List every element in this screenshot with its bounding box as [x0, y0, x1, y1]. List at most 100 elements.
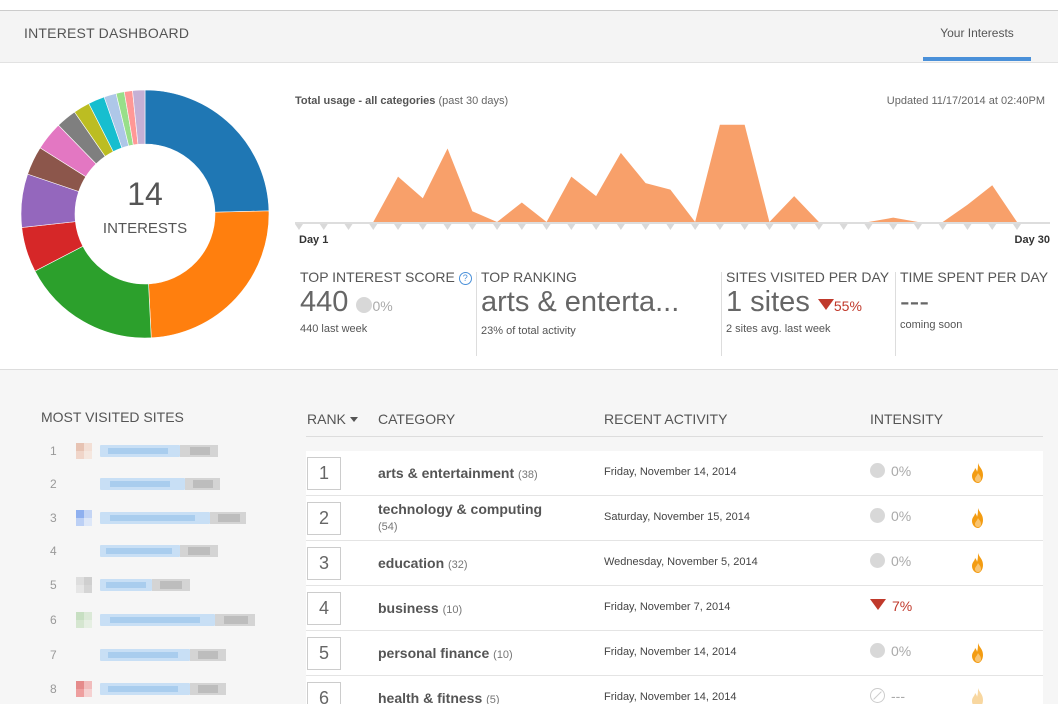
stat-sub: 440 last week [300, 323, 368, 335]
table-row[interactable]: 4 business (10) Friday, November 7, 2014… [306, 586, 1043, 631]
day-tick [542, 224, 551, 230]
day-tick [517, 224, 526, 230]
table-row[interactable]: 3 education (32) Wednesday, November 5, … [306, 541, 1043, 586]
page-title: INTEREST DASHBOARD [24, 25, 190, 41]
day-tick [814, 224, 823, 230]
category-name: health & fitness [378, 690, 483, 704]
no-data-icon [870, 688, 885, 703]
category-name: personal finance [378, 645, 490, 661]
category-name: arts & entertainment [378, 465, 515, 481]
rank-badge: 5 [307, 637, 341, 670]
th-category: CATEGORY [378, 411, 456, 427]
rank-badge: 1 [307, 457, 341, 490]
day-tick [988, 224, 997, 230]
table-row[interactable]: 1 arts & entertainment (38) Friday, Nove… [306, 451, 1043, 496]
interest-count: 14 [127, 176, 163, 212]
site-favicon [76, 612, 92, 628]
day-tick [790, 224, 799, 230]
stat-sub: 23% of total activity [481, 325, 576, 337]
stat-change: 55% [833, 298, 862, 314]
recent-activity-date: Friday, November 14, 2014 [604, 691, 737, 703]
neutral-dot-icon [356, 297, 373, 313]
category-name: technology & computing [378, 501, 543, 517]
th-rank[interactable]: RANK [307, 411, 358, 427]
intensity-value: 0% [891, 553, 912, 569]
divider [721, 272, 722, 356]
category-cell[interactable]: health & fitness (5) [378, 690, 578, 704]
category-cell[interactable]: education (32) [378, 555, 578, 573]
day-tick [864, 224, 873, 230]
site-rank: 1 [50, 444, 57, 458]
day-tick [1013, 224, 1021, 230]
stat-time-spent: TIME SPENT PER DAY --- coming soon [900, 269, 1048, 331]
intensity-value: 0% [891, 463, 912, 479]
category-cell[interactable]: business (10) [378, 600, 578, 618]
recent-activity-date: Friday, November 14, 2014 [604, 646, 737, 658]
day-tick [963, 224, 972, 230]
stat-value: 1 sites [726, 286, 810, 318]
day-tick [913, 224, 922, 230]
intensity-value: --- [891, 688, 905, 704]
rank-badge: 6 [307, 682, 341, 704]
neutral-dot-icon [870, 553, 885, 568]
stat-sites-visited: SITES VISITED PER DAY 1 sites 55% 2 site… [726, 269, 889, 335]
site-rank: 3 [50, 511, 57, 525]
intensity-cell: 7% [870, 598, 912, 616]
neutral-dot-icon [870, 508, 885, 523]
category-count: (5) [486, 694, 500, 704]
day-tick [443, 224, 452, 230]
tab-your-interests[interactable]: Your Interests [923, 11, 1031, 61]
flame-icon [972, 643, 983, 663]
stat-value: arts & enterta... [481, 286, 680, 318]
category-cell[interactable]: arts & entertainment (38) [378, 465, 578, 483]
day-tick [839, 224, 848, 230]
neutral-dot-icon [870, 463, 885, 478]
th-intensity: INTENSITY [870, 411, 944, 427]
stat-top-ranking: TOP RANKING arts & enterta... 23% of tot… [481, 269, 679, 337]
day-tick [344, 224, 353, 230]
site-favicon [76, 577, 92, 593]
x-axis-end-label: Day 30 [1014, 234, 1050, 246]
category-cell[interactable]: technology & computing (54) [378, 501, 578, 535]
intensity-cell: 0% [870, 643, 911, 661]
stat-label: TOP INTEREST SCORE [300, 269, 455, 285]
rank-badge: 4 [307, 592, 341, 625]
category-cell[interactable]: personal finance (10) [378, 645, 578, 663]
rank-badge: 3 [307, 547, 341, 580]
day-tick [765, 224, 774, 230]
stat-value: --- [900, 286, 929, 318]
intensity-cell: --- [870, 688, 905, 704]
stat-change: 0% [372, 298, 393, 314]
flame-icon [972, 463, 983, 483]
day-tick [592, 224, 601, 230]
sort-caret-icon [349, 417, 358, 422]
dashboard-header: INTEREST DASHBOARD Your Interests [0, 11, 1058, 63]
day-tick [666, 224, 675, 230]
category-name: education [378, 555, 445, 571]
recent-activity-date: Saturday, November 15, 2014 [604, 511, 750, 523]
flame-icon [972, 553, 983, 573]
stat-top-interest-score: TOP INTEREST SCORE ? 440 0% 440 last wee… [300, 269, 472, 335]
table-row[interactable]: 2 technology & computing (54) Saturday, N… [306, 496, 1043, 541]
category-name: business [378, 600, 439, 616]
usage-title-bold: Total usage - all categories [295, 95, 436, 107]
category-count: (32) [448, 559, 468, 571]
stat-label: TIME SPENT PER DAY [900, 269, 1049, 285]
table-row[interactable]: 6 health & fitness (5) Friday, November … [306, 676, 1043, 704]
decrease-arrow-icon [817, 299, 834, 310]
interest-count-label: INTERESTS [102, 220, 188, 237]
th-recent-activity: RECENT ACTIVITY [604, 411, 728, 427]
table-row[interactable]: 5 personal finance (10) Friday, November… [306, 631, 1043, 676]
category-count: (10) [442, 604, 463, 616]
flame-icon [972, 688, 983, 704]
stat-label: SITES VISITED PER DAY [726, 269, 890, 285]
site-favicon [76, 510, 92, 526]
category-count: (38) [518, 469, 538, 481]
x-axis-start-label: Day 1 [299, 234, 329, 246]
help-icon[interactable]: ? [458, 272, 472, 285]
site-rank: 4 [50, 544, 57, 558]
day-tick [418, 224, 427, 230]
day-tick [319, 224, 328, 230]
usage-area-chart [295, 124, 1050, 230]
category-count: (54) [378, 521, 398, 533]
